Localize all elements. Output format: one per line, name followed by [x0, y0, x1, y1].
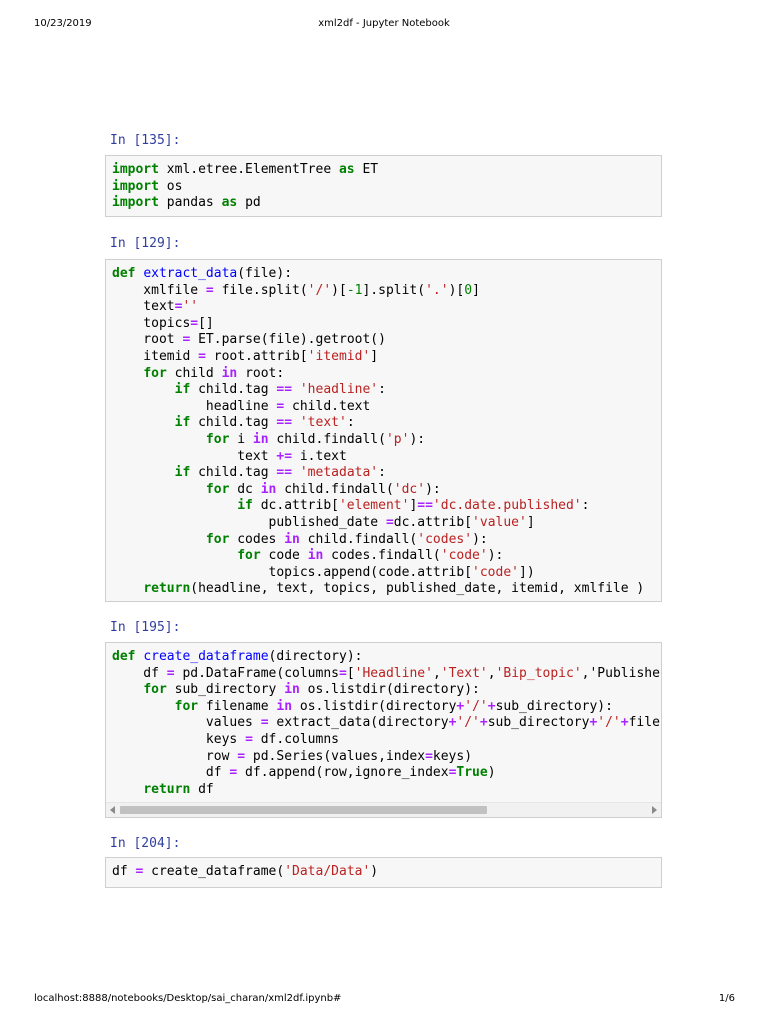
cell-prompt-129: In [129]:	[110, 236, 181, 251]
scrollbar-thumb[interactable]	[120, 806, 487, 814]
code-block: import xml.etree.ElementTree as ET impor…	[112, 162, 379, 211]
code-cell-create-dataframe[interactable]: def create_dataframe(directory): df = pd…	[105, 642, 662, 818]
code-block: def create_dataframe(directory): df = pd…	[112, 649, 660, 797]
page-url: localhost:8888/notebooks/Desktop/sai_cha…	[34, 993, 342, 1004]
cell-prompt-204: In [204]:	[110, 836, 181, 851]
scroll-left-arrow-icon[interactable]	[110, 806, 115, 814]
horizontal-scrollbar[interactable]	[106, 802, 661, 817]
cell-prompt-135: In [135]:	[110, 133, 181, 148]
page-title: xml2df - Jupyter Notebook	[318, 18, 450, 29]
cell-prompt-195: In [195]:	[110, 620, 181, 635]
code-cell-extract-data[interactable]: def extract_data(file): xmlfile = file.s…	[105, 259, 662, 602]
code-block: def extract_data(file): xmlfile = file.s…	[112, 266, 645, 597]
code-cell-run-dataframe[interactable]: df = create_dataframe('Data/Data')	[105, 857, 662, 888]
code-cell-imports[interactable]: import xml.etree.ElementTree as ET impor…	[105, 155, 662, 217]
code-block: df = create_dataframe('Data/Data')	[112, 864, 379, 879]
scroll-right-arrow-icon[interactable]	[652, 806, 657, 814]
page-number: 1/6	[718, 993, 735, 1004]
